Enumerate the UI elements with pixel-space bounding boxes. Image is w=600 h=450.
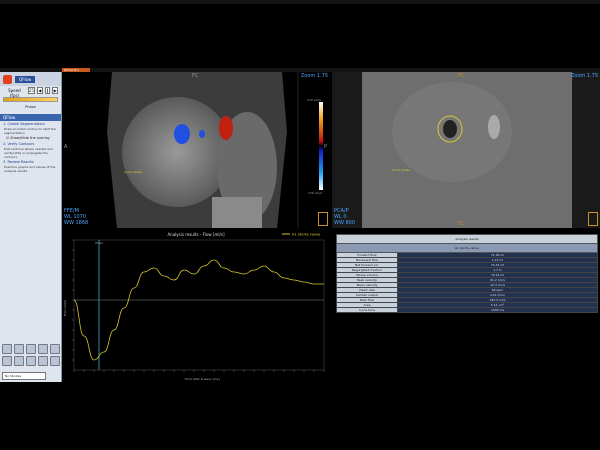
chart-title: Analysis results - Flow [ml/s] xyxy=(167,232,225,237)
tool-button[interactable] xyxy=(26,344,36,354)
results-header: Analysis results xyxy=(336,234,598,244)
result-key: Cycle time xyxy=(336,307,398,313)
tool-button[interactable] xyxy=(38,344,48,354)
orientation-cube-icon[interactable] xyxy=(588,212,598,226)
flow-red-overlay xyxy=(219,116,233,140)
step2-text: Edit contours where needed and verify/ra… xyxy=(4,147,53,159)
legend-label: A1 (Aorta valve) xyxy=(292,233,321,237)
colorbar-max: 170 cm/s xyxy=(307,98,321,102)
status-field[interactable]: No Studies xyxy=(2,372,46,380)
flow-blue-overlay xyxy=(174,124,190,144)
tool-button[interactable] xyxy=(2,356,12,366)
orientation-left: A xyxy=(64,144,68,150)
results-body: Forward flow 71.36 ml Backward flow 1.21 ml… xyxy=(336,252,598,313)
magnitude-image xyxy=(62,72,330,228)
chart-marks: Phase xyxy=(73,240,325,370)
app-name[interactable]: QFlow xyxy=(15,75,36,83)
zoom-readout: Zoom 1.75 xyxy=(300,73,328,79)
toolbar-grid xyxy=(2,344,60,366)
orientation-cube-icon[interactable] xyxy=(318,212,328,226)
pause-icon[interactable]: ‖ xyxy=(44,87,51,94)
viewport-magnitude[interactable]: Zoom 1.75 FC A P 170 cm/s -170 cm/s Aort… xyxy=(62,72,330,228)
orientation-top: FC xyxy=(192,73,199,79)
colorbar xyxy=(319,102,323,190)
plot-frame xyxy=(73,239,325,371)
results-subheader: A1 (Aorta valve) xyxy=(336,243,598,253)
window-width-value: WW 800 xyxy=(334,220,356,226)
viewport-phase[interactable]: Zoom 1.75 FC FC Aorta phase PCA/P WL 0 W… xyxy=(332,72,600,228)
step-back-icon[interactable]: ◀ xyxy=(37,87,43,94)
step3-text: Examine graphs and values of the analysi… xyxy=(4,165,56,173)
orientation-bottom: FC xyxy=(458,221,465,227)
tool-button[interactable] xyxy=(26,356,36,366)
tool-button[interactable] xyxy=(38,356,48,366)
speed-value[interactable]: 25 xyxy=(27,87,35,94)
speed-label: Speed (fps) xyxy=(8,88,21,98)
result-value: 1000 ms xyxy=(397,307,598,313)
playback-controls: Speed (fps) 25 ◀ ‖ ▶ xyxy=(0,86,61,98)
tool-button[interactable] xyxy=(50,344,60,354)
tool-button[interactable] xyxy=(50,356,60,366)
tool-button[interactable] xyxy=(2,344,12,354)
y-axis-label: Flow [ml/s] xyxy=(63,300,67,316)
tool-button[interactable] xyxy=(14,344,24,354)
roi-label: Aorta phase xyxy=(392,168,411,172)
top-strip xyxy=(0,0,600,4)
phase-image xyxy=(332,72,600,228)
window-level: FFE/M WL 1070 WW 1868 xyxy=(64,208,88,226)
sidebar: QFlow Speed (fps) 25 ◀ ‖ ▶ Phase QFlow 1… xyxy=(0,72,62,382)
tool-button[interactable] xyxy=(14,356,24,366)
app-logo-icon xyxy=(3,74,12,84)
phase-marker-label: Phase xyxy=(95,241,103,245)
orientation-top: FC xyxy=(458,73,465,79)
flow-curve-series xyxy=(73,259,324,361)
colorbar-min: -170 cm/s xyxy=(307,191,322,195)
application-window: QFlow 8.1 QFlow Speed (fps) 25 ◀ ‖ ▶ Pha… xyxy=(0,68,600,382)
window-level: PCA/P WL 0 WW 800 xyxy=(334,208,355,226)
orientation-right: P xyxy=(323,144,327,150)
window-width-value: WW 1868 xyxy=(64,220,89,226)
flow-chart: Analysis results - Flow [ml/s] A1 (Aorta… xyxy=(63,232,325,381)
sidebar-header: QFlow xyxy=(0,72,61,86)
overlay-checkbox-label: Show/Hide the overlay xyxy=(10,136,50,140)
x-axis-label: Time after R-wave [ms] xyxy=(183,377,219,381)
roi-label: Aorta phase xyxy=(124,170,143,174)
chart-axes xyxy=(72,239,325,372)
step-forward-icon[interactable]: ▶ xyxy=(52,87,59,94)
results-table: Analysis results A1 (Aorta valve) Forwar… xyxy=(336,234,598,313)
section-header: QFlow xyxy=(0,114,61,121)
results-panel: Analysis results A1 (Aorta valve) Forwar… xyxy=(332,230,600,382)
table-row: Cycle time 1000 ms xyxy=(336,307,598,313)
zoom-readout: Zoom 1.75 xyxy=(570,73,598,79)
phase-label: Phase xyxy=(25,105,36,109)
flow-graph-panel[interactable]: Analysis results - Flow [ml/s] A1 (Aorta… xyxy=(62,230,330,382)
step1-text: Draw an initial contour to start the seg… xyxy=(4,127,57,135)
